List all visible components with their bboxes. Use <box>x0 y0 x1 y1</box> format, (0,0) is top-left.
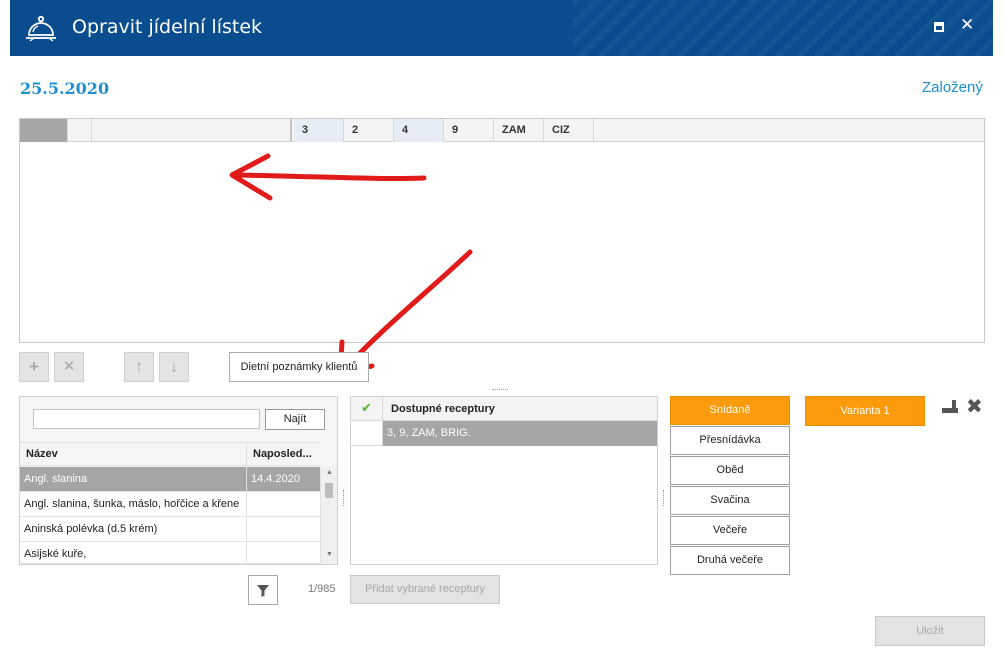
recipe-name: Angl. slanina <box>24 473 87 485</box>
recipe-scrollbar[interactable]: ▲ ▼ <box>320 467 337 564</box>
recipe-name: Aninská polévka (d.5 krém) <box>24 523 158 535</box>
move-up-button[interactable]: ↑ <box>124 352 154 382</box>
arrow-up-icon: ↑ <box>134 357 144 376</box>
splitter-handle[interactable] <box>663 490 665 506</box>
meal-presnidavka[interactable]: Přesnídávka <box>670 426 790 455</box>
grid-header-cell[interactable]: ZAM <box>494 119 544 142</box>
recipe-last-date <box>246 517 320 541</box>
column-last[interactable]: Naposled... <box>246 443 320 465</box>
menu-grid[interactable]: 3 2 4 9 ZAM CIZ <box>19 118 985 343</box>
scroll-up-icon[interactable]: ▲ <box>326 469 333 476</box>
find-button[interactable]: Najít <box>265 409 325 430</box>
maximize-icon[interactable] <box>934 22 944 32</box>
table-row[interactable]: Asijské kuře, <box>20 542 320 564</box>
filter-icon <box>257 585 269 597</box>
edit-icon[interactable] <box>940 397 960 417</box>
arrow-down-icon: ↓ <box>169 357 179 376</box>
meal-snidane[interactable]: Snídaně <box>670 396 790 425</box>
splitter-handle[interactable] <box>343 490 345 506</box>
recipe-table-header: Název Naposled... <box>20 442 320 466</box>
row-checkbox[interactable] <box>351 421 383 446</box>
recipe-last-date <box>246 492 320 516</box>
available-recipes-title: Dostupné receptury <box>391 403 495 415</box>
add-selected-recipes-button[interactable]: Přidat vybrané receptury <box>350 575 500 604</box>
splitter-handle[interactable] <box>492 389 508 391</box>
meal-vecere[interactable]: Večeře <box>670 516 790 545</box>
plus-icon: + <box>29 357 39 376</box>
recipe-search-input[interactable] <box>33 409 260 429</box>
menu-grid-header: 3 2 4 9 ZAM CIZ <box>20 119 984 142</box>
scroll-down-icon[interactable]: ▼ <box>326 551 333 558</box>
close-icon[interactable]: ✕ <box>960 15 974 35</box>
recipe-name: Asijské kuře, <box>24 548 87 560</box>
grid-header-cell[interactable]: 4 <box>394 119 444 142</box>
meal-obed[interactable]: Oběd <box>670 456 790 485</box>
grid-header-cell[interactable] <box>68 119 92 142</box>
cloche-icon <box>26 15 56 42</box>
available-recipes-panel: ✔ Dostupné receptury 3, 9, ZAM, BRIG. <box>350 396 658 565</box>
grid-header-cell[interactable] <box>594 119 984 142</box>
move-down-button[interactable]: ↓ <box>159 352 189 382</box>
result-count: 1/985 <box>308 583 336 595</box>
grid-header-cell[interactable]: 9 <box>444 119 494 142</box>
grid-header-cell[interactable] <box>92 119 292 142</box>
grid-header-cell[interactable]: 3 <box>294 119 344 142</box>
scroll-thumb[interactable] <box>325 483 333 498</box>
add-button[interactable]: + <box>19 352 49 382</box>
recipe-search-panel: Najít Název Naposled... Angl. slanina 14… <box>19 396 338 565</box>
recipe-name: Angl. slanina, šunka, máslo, hořčice a k… <box>24 498 240 510</box>
available-recipes-header: ✔ Dostupné receptury <box>351 397 657 421</box>
window-title: Opravit jídelní lístek <box>72 16 263 38</box>
filter-button[interactable] <box>248 575 278 605</box>
title-bar-pattern <box>573 0 993 56</box>
meal-druha-vecere[interactable]: Druhá večeře <box>670 546 790 575</box>
grid-header-cell[interactable]: 2 <box>344 119 394 142</box>
meal-svacina[interactable]: Svačina <box>670 486 790 515</box>
recipe-last-date: 14.4.2020 <box>246 467 320 491</box>
grid-header-cell[interactable] <box>20 119 68 142</box>
table-row[interactable]: Aninská polévka (d.5 krém) <box>20 517 320 542</box>
variant-button[interactable]: Varianta 1 <box>805 396 925 426</box>
title-bar: Opravit jídelní lístek ✕ <box>10 0 993 56</box>
menu-date: 25.5.2020 <box>20 79 110 98</box>
save-button[interactable]: Uložit <box>875 616 985 646</box>
table-row[interactable]: 3, 9, ZAM, BRIG. <box>351 421 657 446</box>
remove-button[interactable]: ✕ <box>54 352 84 382</box>
status-label: Založený <box>922 79 983 96</box>
recipe-last-date <box>246 542 320 564</box>
table-row[interactable]: Angl. slanina, šunka, máslo, hořčice a k… <box>20 492 320 517</box>
table-row[interactable]: Angl. slanina 14.4.2020 <box>20 467 320 492</box>
column-name[interactable]: Název <box>20 443 246 465</box>
grid-header-cell[interactable]: CIZ <box>544 119 594 142</box>
diet-notes-button[interactable]: Dietní poznámky klientů <box>229 352 369 382</box>
check-icon[interactable]: ✔ <box>351 397 383 421</box>
available-recipe-groups: 3, 9, ZAM, BRIG. <box>383 421 657 446</box>
delete-icon[interactable]: ✖ <box>966 394 983 419</box>
x-icon: ✕ <box>62 358 76 375</box>
